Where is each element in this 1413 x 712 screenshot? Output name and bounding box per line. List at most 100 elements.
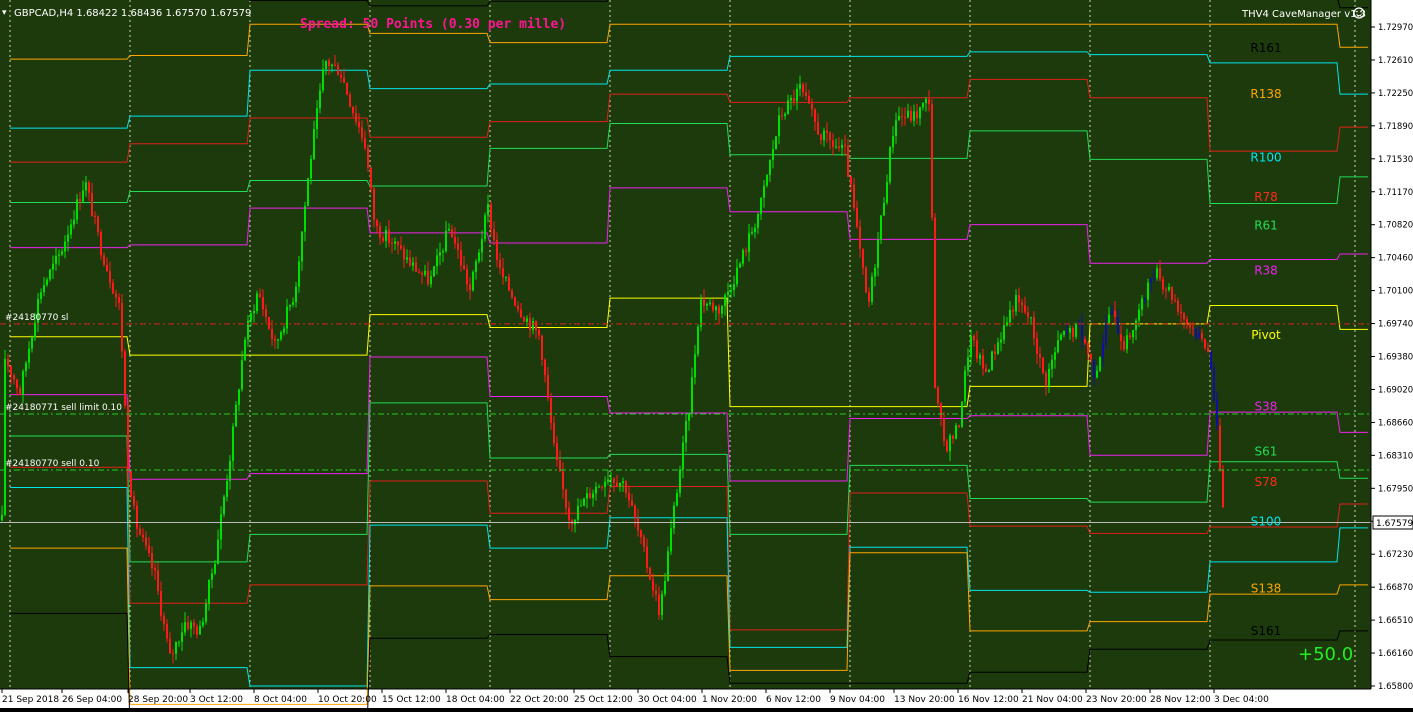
candle-body xyxy=(361,127,363,139)
candle-body xyxy=(112,282,114,294)
candle-body xyxy=(67,234,69,242)
candle-body xyxy=(826,130,828,133)
candle-body xyxy=(442,251,444,253)
candle-body xyxy=(325,60,327,70)
time-tick-label: 15 Oct 12:00 xyxy=(382,695,441,705)
time-tick-label: 23 Nov 20:00 xyxy=(1086,695,1147,705)
candle-body xyxy=(835,146,837,148)
candle-body xyxy=(1210,351,1212,369)
price-chart[interactable]: #24180770 sl #24180771 sell limit 0.10 #24… xyxy=(0,0,1413,712)
candle-body xyxy=(1144,298,1146,300)
candle-body xyxy=(64,241,66,252)
candle-body xyxy=(844,144,846,146)
candle-body xyxy=(871,276,873,302)
time-tick-label: 3 Oct 12:00 xyxy=(190,695,243,705)
candle-body xyxy=(322,69,324,91)
candle-body xyxy=(382,237,384,241)
candle-body xyxy=(214,563,216,574)
candle-body xyxy=(649,567,651,580)
candle-body xyxy=(487,203,489,216)
candle-body xyxy=(400,245,402,249)
candle-body xyxy=(256,293,258,312)
candle-body xyxy=(58,254,60,256)
candle-body xyxy=(781,115,783,117)
time-tick-label: 9 Nov 04:00 xyxy=(830,695,885,705)
candle-body xyxy=(934,217,936,388)
candle-body xyxy=(1156,268,1158,279)
candle-body xyxy=(1108,314,1110,324)
candle-body xyxy=(397,241,399,246)
candle-body xyxy=(787,100,789,114)
level-label-s100: S100 xyxy=(1251,514,1282,528)
level-label-s61: S61 xyxy=(1255,445,1278,459)
candle-body xyxy=(463,265,465,270)
candle-body xyxy=(409,257,411,266)
candle-body xyxy=(916,111,918,119)
candle-body xyxy=(526,318,528,322)
candle-body xyxy=(43,285,45,293)
candle-body xyxy=(271,328,273,339)
candle-body xyxy=(343,77,345,83)
time-tick-label: 6 Nov 12:00 xyxy=(766,695,821,705)
level-label-r61: R61 xyxy=(1254,219,1278,233)
candle-body xyxy=(907,110,909,118)
candle-body xyxy=(7,358,9,367)
candle-body xyxy=(676,493,678,506)
candle-body xyxy=(1096,370,1098,378)
candle-body xyxy=(925,99,927,104)
chart-menu-arrow[interactable]: ▾ xyxy=(2,8,7,18)
candle-body xyxy=(109,271,111,283)
candle-body xyxy=(709,302,711,305)
candle-body xyxy=(661,594,663,615)
candle-body xyxy=(379,226,381,238)
candle-body xyxy=(1006,322,1008,326)
candle-body xyxy=(1177,300,1179,312)
candle-body xyxy=(892,135,894,148)
candle-body xyxy=(583,498,585,506)
order-label-1: #24180771 sell limit 0.10 xyxy=(5,403,122,413)
candle-body xyxy=(16,379,18,389)
candle-body xyxy=(532,321,534,330)
candle-body xyxy=(859,226,861,249)
candle-body xyxy=(4,358,6,515)
candle-body xyxy=(475,261,477,272)
candle-body xyxy=(802,84,804,93)
candle-body xyxy=(484,215,486,240)
candle-body xyxy=(1087,343,1089,354)
candle-body xyxy=(646,546,648,568)
candle-body xyxy=(175,642,177,654)
candle-body xyxy=(808,95,810,104)
candle-body xyxy=(832,140,834,147)
candle-body xyxy=(541,335,543,360)
candle-body xyxy=(964,370,966,402)
candle-body xyxy=(592,493,594,499)
candle-body xyxy=(358,121,360,128)
candle-body xyxy=(283,328,285,333)
price-tick-label: 1.70820 xyxy=(1378,221,1413,231)
price-tick-label: 1.65800 xyxy=(1378,682,1413,692)
candle-body xyxy=(598,486,600,488)
candle-body xyxy=(562,471,564,490)
candle-body xyxy=(550,398,552,423)
level-label-s161: S161 xyxy=(1251,624,1282,638)
candle-body xyxy=(1,514,3,521)
spread-indicator: Spread: 50 Points (0.30 per mille) xyxy=(300,17,566,32)
candle-body xyxy=(355,113,357,122)
candle-body xyxy=(721,306,723,314)
candle-body xyxy=(685,420,687,443)
candle-body xyxy=(55,255,57,264)
candle-body xyxy=(199,625,201,635)
chart-window[interactable]: #24180770 sl #24180771 sell limit 0.10 #24… xyxy=(0,0,1413,712)
candle-body xyxy=(349,94,351,107)
candle-body xyxy=(124,351,126,406)
price-tick-label: 1.71170 xyxy=(1378,188,1413,198)
candle-body xyxy=(415,262,417,272)
candle-body xyxy=(1135,320,1137,331)
candle-body xyxy=(1066,330,1068,333)
candle-body xyxy=(880,215,882,240)
candle-body xyxy=(187,622,189,629)
candle-body xyxy=(316,108,318,130)
candle-body xyxy=(232,426,234,461)
candle-body xyxy=(436,255,438,267)
candle-body xyxy=(751,232,753,234)
